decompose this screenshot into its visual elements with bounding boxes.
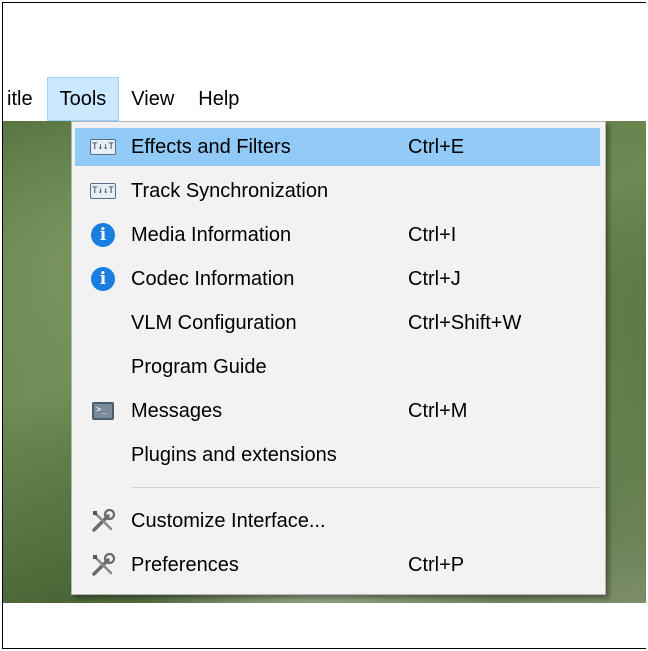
menu-item-vlm-configuration[interactable]: VLM Configuration Ctrl+Shift+W bbox=[75, 304, 600, 342]
menu-item-label: Plugins and extensions bbox=[131, 443, 337, 466]
menu-item-shortcut: Ctrl+E bbox=[408, 135, 465, 158]
equalizer-icon: T↓↓T bbox=[75, 139, 131, 155]
terminal-icon: >_ bbox=[75, 402, 131, 420]
tools-icon bbox=[75, 551, 131, 579]
menu-item-label: Customize Interface... bbox=[131, 509, 326, 532]
tools-dropdown-menu: T↓↓T Effects and Filters Ctrl+E T↓↓T Tra… bbox=[71, 121, 606, 595]
menu-item-codec-information[interactable]: i Codec Information Ctrl+J bbox=[75, 260, 600, 298]
menu-item-media-information[interactable]: i Media Information Ctrl+I bbox=[75, 216, 600, 254]
menu-item-label: Messages bbox=[131, 399, 223, 422]
menu-view[interactable]: View bbox=[119, 77, 186, 121]
menu-separator bbox=[132, 487, 599, 488]
menu-item-preferences[interactable]: Preferences Ctrl+P bbox=[75, 546, 600, 584]
tools-icon bbox=[75, 507, 131, 535]
menu-item-shortcut: Ctrl+P bbox=[408, 553, 465, 576]
menu-bar: itle Tools View Help bbox=[3, 77, 646, 121]
menu-item-customize-interface[interactable]: Customize Interface... bbox=[75, 502, 600, 540]
menu-subtitle[interactable]: itle bbox=[3, 77, 47, 121]
menu-item-messages[interactable]: >_ Messages Ctrl+M bbox=[75, 392, 600, 430]
menu-item-label: Preferences bbox=[131, 553, 239, 576]
menu-item-label: Program Guide bbox=[131, 355, 267, 378]
menu-item-shortcut: Ctrl+Shift+W bbox=[408, 311, 522, 334]
menu-tools[interactable]: Tools bbox=[46, 77, 120, 121]
info-icon: i bbox=[75, 267, 131, 291]
menu-item-shortcut: Ctrl+J bbox=[408, 267, 461, 290]
menu-help[interactable]: Help bbox=[186, 77, 251, 121]
menu-item-label: Codec Information bbox=[131, 267, 295, 290]
menu-item-label: VLM Configuration bbox=[131, 311, 297, 334]
window: itle Tools View Help T↓↓T Effects and Fi… bbox=[2, 2, 646, 649]
menu-item-shortcut: Ctrl+I bbox=[408, 223, 457, 246]
menu-item-effects-and-filters[interactable]: T↓↓T Effects and Filters Ctrl+E bbox=[75, 128, 600, 166]
menu-item-plugins-and-extensions[interactable]: Plugins and extensions bbox=[75, 436, 600, 474]
menu-item-shortcut: Ctrl+M bbox=[408, 399, 468, 422]
menu-item-program-guide[interactable]: Program Guide bbox=[75, 348, 600, 386]
equalizer-icon: T↓↓T bbox=[75, 183, 131, 199]
menu-item-label: Track Synchronization bbox=[131, 179, 329, 202]
menu-item-label: Effects and Filters bbox=[131, 135, 291, 158]
menu-item-track-synchronization[interactable]: T↓↓T Track Synchronization bbox=[75, 172, 600, 210]
title-bar bbox=[3, 3, 646, 77]
menu-item-label: Media Information bbox=[131, 223, 292, 246]
info-icon: i bbox=[75, 223, 131, 247]
